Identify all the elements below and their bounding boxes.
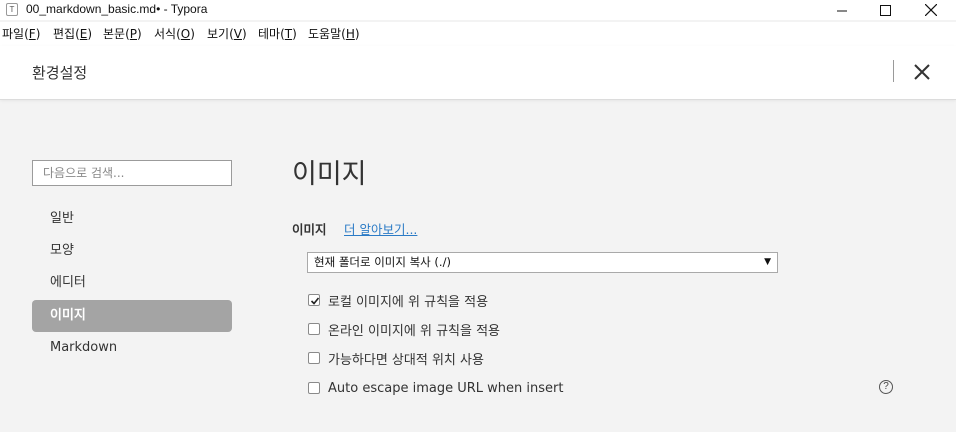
- menu-file-label: 파일: [2, 27, 25, 41]
- menu-theme-label: 테마: [258, 27, 281, 41]
- menu-view[interactable]: 보기(V): [207, 25, 247, 42]
- window-title: 00_markdown_basic.md• - Typora: [26, 2, 208, 16]
- learn-more-link[interactable]: 더 알아보기...: [344, 219, 417, 238]
- menu-format-label: 서식: [154, 27, 177, 41]
- checkbox-unchecked-icon[interactable]: [308, 323, 320, 335]
- minimize-icon: [836, 10, 847, 11]
- image-insert-action-select[interactable]: 현재 폴더로 이미지 복사 (./) ▼: [307, 252, 778, 273]
- checkbox-label: 가능하다면 상대적 위치 사용: [328, 352, 484, 368]
- help-icon[interactable]: ?: [879, 380, 893, 394]
- minimize-button[interactable]: [819, 0, 865, 20]
- checkbox-auto-escape-url[interactable]: Auto escape image URL when insert: [308, 379, 563, 397]
- window-close-icon: [925, 4, 937, 16]
- menu-theme-key: T: [284, 27, 293, 41]
- nav-item-markdown[interactable]: Markdown: [32, 332, 232, 364]
- checkbox-relative-path[interactable]: 가능하다면 상대적 위치 사용: [308, 349, 484, 368]
- preferences-title: 환경설정: [32, 64, 88, 82]
- checkbox-checked-icon[interactable]: [308, 294, 320, 306]
- preferences-header: 환경설정: [0, 46, 956, 100]
- menu-view-label: 보기: [207, 27, 230, 41]
- maximize-button[interactable]: [862, 0, 908, 20]
- image-subsection-label: 이미지: [292, 222, 327, 237]
- menu-help-label: 도움말: [308, 27, 342, 41]
- nav-item-appearance[interactable]: 모양: [32, 235, 232, 267]
- window-titlebar: T 00_markdown_basic.md• - Typora: [0, 0, 956, 20]
- typora-app-icon: T: [6, 3, 18, 16]
- checkbox-label: 로컬 이미지에 위 규칙을 적용: [328, 294, 489, 310]
- menu-paragraph-label: 본문: [103, 27, 126, 41]
- menu-format[interactable]: 서식(O): [154, 25, 195, 42]
- header-divider: [893, 60, 894, 82]
- checkbox-label: 온라인 이미지에 위 규칙을 적용: [328, 323, 501, 339]
- dropdown-arrow-icon: ▼: [764, 257, 771, 267]
- menu-help-key: H: [345, 27, 355, 41]
- maximize-icon: [879, 4, 891, 16]
- menu-view-key: V: [233, 27, 242, 41]
- menu-paragraph-key: P: [129, 27, 138, 41]
- menu-edit[interactable]: 편집(E): [53, 25, 92, 42]
- window-close-button[interactable]: [908, 0, 954, 20]
- preferences-search-input[interactable]: [32, 160, 232, 186]
- nav-item-image[interactable]: 이미지: [32, 300, 232, 332]
- nav-item-general[interactable]: 일반: [32, 203, 232, 235]
- menu-paragraph[interactable]: 본문(P): [103, 25, 142, 42]
- checkbox-apply-online[interactable]: 온라인 이미지에 위 규칙을 적용: [308, 320, 501, 339]
- menubar: 파일(F) 편집(E) 본문(P) 서식(O) 보기(V) 테마(T) 도움말(…: [0, 22, 956, 46]
- checkbox-unchecked-icon[interactable]: [308, 352, 320, 364]
- checkbox-apply-local[interactable]: 로컬 이미지에 위 규칙을 적용: [308, 291, 489, 310]
- menu-help[interactable]: 도움말(H): [308, 25, 360, 42]
- menu-format-key: O: [180, 27, 191, 41]
- menu-file-key: F: [28, 27, 36, 41]
- checkbox-unchecked-icon[interactable]: [308, 382, 320, 394]
- select-value: 현재 폴더로 이미지 복사 (./): [314, 255, 451, 269]
- nav-item-editor[interactable]: 에디터: [32, 267, 232, 299]
- checkbox-label: Auto escape image URL when insert: [328, 380, 564, 396]
- menu-file[interactable]: 파일(F): [2, 25, 40, 42]
- menu-edit-key: E: [79, 27, 88, 41]
- menu-edit-label: 편집: [53, 27, 76, 41]
- menu-theme[interactable]: 테마(T): [258, 25, 297, 42]
- close-icon: [914, 64, 930, 80]
- section-title: 이미지: [292, 159, 367, 190]
- preferences-close-button[interactable]: [910, 60, 934, 84]
